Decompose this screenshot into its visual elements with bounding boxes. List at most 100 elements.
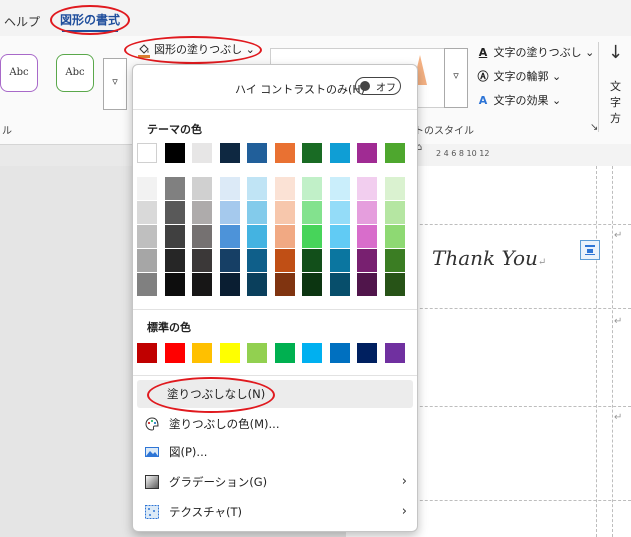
theme-shade-swatch[interactable] bbox=[330, 177, 350, 200]
theme-shade-swatch[interactable] bbox=[275, 201, 295, 224]
standard-color-swatch[interactable] bbox=[275, 343, 295, 363]
theme-shade-swatch[interactable] bbox=[385, 177, 405, 200]
theme-color-swatch[interactable] bbox=[302, 143, 322, 163]
theme-shade-swatch[interactable] bbox=[165, 201, 185, 224]
theme-shade-swatch[interactable] bbox=[165, 273, 185, 296]
text-direction-label[interactable]: 文字 方 bbox=[610, 78, 631, 126]
theme-color-swatch[interactable] bbox=[357, 143, 377, 163]
theme-shade-swatch[interactable] bbox=[247, 249, 267, 272]
theme-shade-swatch[interactable] bbox=[220, 273, 240, 296]
cell-end-mark: ↵ bbox=[614, 412, 623, 423]
picture-fill-label: 図(P)... bbox=[169, 445, 208, 459]
theme-shade-swatch[interactable] bbox=[385, 249, 405, 272]
theme-shade-swatch[interactable] bbox=[247, 177, 267, 200]
text-outline-button[interactable]: Ⓐ 文字の輪郭 ⌄ bbox=[476, 68, 562, 84]
shape-style-sample[interactable]: Abc bbox=[0, 54, 38, 92]
theme-shade-swatch[interactable] bbox=[275, 225, 295, 248]
shape-style-sample[interactable]: Abc bbox=[56, 54, 94, 92]
theme-color-swatch[interactable] bbox=[192, 143, 212, 163]
theme-shade-swatch[interactable] bbox=[385, 225, 405, 248]
chevron-right-icon: › bbox=[401, 474, 407, 489]
theme-shade-swatch[interactable] bbox=[165, 177, 185, 200]
more-fill-colors-label: 塗りつぶしの色(M)... bbox=[169, 417, 280, 431]
texture-fill-item[interactable]: テクスチャ(T) › bbox=[133, 499, 417, 525]
more-fill-colors-item[interactable]: 塗りつぶしの色(M)... bbox=[133, 411, 417, 437]
theme-color-swatch[interactable] bbox=[275, 143, 295, 163]
theme-shade-swatch[interactable] bbox=[357, 225, 377, 248]
text-effects-label: 文字の効果 bbox=[493, 94, 549, 107]
standard-color-swatch[interactable] bbox=[165, 343, 185, 363]
standard-color-swatch[interactable] bbox=[302, 343, 322, 363]
theme-shade-swatch[interactable] bbox=[385, 273, 405, 296]
theme-shade-swatch[interactable] bbox=[220, 249, 240, 272]
theme-shade-swatch[interactable] bbox=[220, 225, 240, 248]
highlight-ring-tab bbox=[50, 5, 130, 35]
theme-shade-swatch[interactable] bbox=[137, 177, 157, 200]
gradient-fill-item[interactable]: グラデーション(G) › bbox=[133, 469, 417, 495]
theme-color-swatch[interactable] bbox=[165, 143, 185, 163]
theme-shade-swatch[interactable] bbox=[302, 177, 322, 200]
standard-color-swatch[interactable] bbox=[137, 343, 157, 363]
theme-shade-swatch[interactable] bbox=[302, 249, 322, 272]
text-direction-icon[interactable]: ↓ bbox=[608, 42, 623, 63]
theme-shade-swatch[interactable] bbox=[357, 273, 377, 296]
theme-shade-swatch[interactable] bbox=[220, 201, 240, 224]
theme-shade-swatch[interactable] bbox=[330, 273, 350, 296]
theme-shade-swatch[interactable] bbox=[275, 273, 295, 296]
standard-color-swatch[interactable] bbox=[357, 343, 377, 363]
standard-color-swatch[interactable] bbox=[220, 343, 240, 363]
toggle-state: オフ bbox=[376, 83, 396, 94]
theme-shade-swatch[interactable] bbox=[302, 201, 322, 224]
standard-color-swatch[interactable] bbox=[247, 343, 267, 363]
theme-shade-swatch[interactable] bbox=[275, 177, 295, 200]
theme-color-swatch[interactable] bbox=[220, 143, 240, 163]
theme-shade-swatch[interactable] bbox=[192, 249, 212, 272]
theme-color-swatch[interactable] bbox=[385, 143, 405, 163]
standard-color-swatch[interactable] bbox=[330, 343, 350, 363]
wordart-more-button[interactable]: ▿ bbox=[444, 48, 468, 108]
theme-shade-swatch[interactable] bbox=[302, 273, 322, 296]
theme-shade-swatch[interactable] bbox=[275, 249, 295, 272]
theme-color-swatch[interactable] bbox=[330, 143, 350, 163]
text-fill-icon: A bbox=[478, 46, 488, 59]
theme-shade-swatch[interactable] bbox=[192, 177, 212, 200]
theme-shade-swatch[interactable] bbox=[192, 201, 212, 224]
theme-shade-swatch[interactable] bbox=[137, 225, 157, 248]
theme-color-swatch[interactable] bbox=[137, 143, 157, 163]
theme-shade-swatch[interactable] bbox=[247, 225, 267, 248]
theme-shade-swatch[interactable] bbox=[137, 249, 157, 272]
horizontal-ruler: ⌂ 2 4 6 8 10 12 bbox=[400, 142, 631, 167]
text-fill-button[interactable]: A 文字の塗りつぶし ⌄ bbox=[476, 44, 595, 60]
picture-icon bbox=[145, 447, 159, 457]
standard-color-swatch[interactable] bbox=[192, 343, 212, 363]
text-effects-button[interactable]: A 文字の効果 ⌄ bbox=[476, 92, 561, 108]
standard-color-swatch[interactable] bbox=[385, 343, 405, 363]
theme-shade-swatch[interactable] bbox=[357, 249, 377, 272]
theme-shade-swatch[interactable] bbox=[330, 225, 350, 248]
theme-shade-swatch[interactable] bbox=[330, 249, 350, 272]
theme-shade-swatch[interactable] bbox=[165, 225, 185, 248]
shape-styles-more-button[interactable]: ▿ bbox=[103, 58, 127, 110]
theme-shade-swatch[interactable] bbox=[357, 201, 377, 224]
high-contrast-toggle[interactable]: オフ bbox=[355, 77, 401, 95]
theme-shade-swatch[interactable] bbox=[247, 273, 267, 296]
theme-shade-swatch[interactable] bbox=[192, 225, 212, 248]
theme-shade-swatch[interactable] bbox=[137, 201, 157, 224]
tab-help[interactable]: ヘルプ bbox=[4, 13, 40, 30]
theme-shade-swatch[interactable] bbox=[357, 177, 377, 200]
theme-shade-swatch[interactable] bbox=[192, 273, 212, 296]
layout-options-icon[interactable] bbox=[580, 240, 600, 260]
document-text[interactable]: Thank You↵ bbox=[432, 246, 546, 270]
theme-shade-swatch[interactable] bbox=[220, 177, 240, 200]
theme-shade-swatch[interactable] bbox=[330, 201, 350, 224]
theme-shade-swatch[interactable] bbox=[302, 225, 322, 248]
theme-shade-swatch[interactable] bbox=[165, 249, 185, 272]
theme-shade-swatch[interactable] bbox=[247, 201, 267, 224]
text-fill-label: 文字の塗りつぶし bbox=[493, 46, 582, 59]
ruler-ticks: 2 4 6 8 10 12 bbox=[436, 149, 490, 158]
picture-fill-item[interactable]: 図(P)... bbox=[133, 439, 417, 465]
theme-shade-swatch[interactable] bbox=[385, 201, 405, 224]
chevron-right-icon: › bbox=[401, 504, 407, 519]
theme-shade-swatch[interactable] bbox=[137, 273, 157, 296]
theme-color-swatch[interactable] bbox=[247, 143, 267, 163]
